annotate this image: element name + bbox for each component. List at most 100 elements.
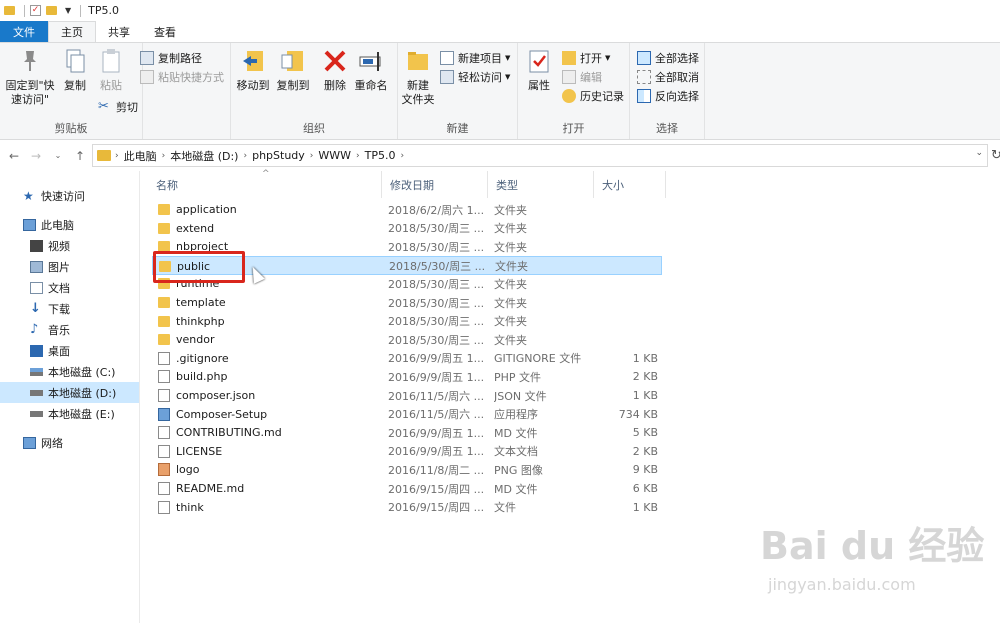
column-header-size[interactable]: 大小	[594, 171, 666, 198]
new-folder-button[interactable]: 新建 文件夹	[400, 47, 436, 107]
file-name-cell: vendor	[158, 330, 378, 349]
nav-label: 下载	[48, 302, 70, 316]
breadcrumb-tp5[interactable]: TP5.0	[365, 149, 396, 162]
file-row[interactable]: .gitignore 2016/9/9/周五 1... GITIGNORE 文件 1 …	[152, 349, 662, 368]
file-size-cell	[598, 330, 658, 349]
column-header-type[interactable]: 类型	[488, 171, 594, 198]
select-all-button[interactable]: 全部选择	[637, 49, 699, 67]
file-row[interactable]: vendor 2018/5/30/周三 ... 文件夹	[152, 330, 662, 349]
select-none-label: 全部取消	[655, 71, 699, 84]
file-name: README.md	[176, 482, 245, 495]
properties-label: 属性	[528, 79, 550, 92]
file-name-cell: composer.json	[158, 386, 378, 405]
nav-network[interactable]: 网络	[0, 432, 139, 453]
tab-file[interactable]: 文件	[0, 21, 48, 42]
file-row[interactable]: build.php 2016/9/9/周五 1... PHP 文件 2 KB	[152, 367, 662, 386]
file-size-cell: 1 KB	[632, 389, 658, 402]
breadcrumb-separator-icon[interactable]: ›	[115, 151, 119, 161]
address-dropdown-icon[interactable]: ⌄	[975, 148, 983, 158]
delete-button[interactable]: 删除	[321, 47, 349, 93]
nav-music[interactable]: ♪ 音乐	[0, 319, 139, 340]
invert-selection-button[interactable]: 反向选择	[637, 87, 699, 105]
column-header-name[interactable]: 名称	[148, 171, 382, 198]
file-row[interactable]: think 2016/9/15/周四 ... 文件 1 KB	[152, 498, 662, 517]
file-row[interactable]: template 2018/5/30/周三 ... 文件夹	[152, 293, 662, 312]
breadcrumb-separator-icon[interactable]: ›	[401, 151, 405, 161]
column-header-date[interactable]: 修改日期	[382, 171, 488, 198]
file-row[interactable]: logo 2016/11/8/周二 ... PNG 图像 9 KB	[152, 460, 662, 479]
file-row[interactable]: Composer-Setup 2016/11/5/周六 ... 应用程序 734 KB	[152, 405, 662, 424]
file-row[interactable]: README.md 2016/9/15/周四 ... MD 文件 6 KB	[152, 479, 662, 498]
file-row[interactable]: LICENSE 2016/9/9/周五 1... 文本文档 2 KB	[152, 442, 662, 461]
nav-drive-c[interactable]: 本地磁盘 (C:)	[0, 361, 139, 382]
breadcrumb-separator-icon[interactable]: ›	[356, 151, 360, 161]
file-size-cell: 5 KB	[632, 426, 658, 440]
edit-button[interactable]: 编辑	[562, 68, 602, 86]
breadcrumb-separator-icon[interactable]: ›	[162, 151, 166, 161]
tab-view[interactable]: 查看	[142, 21, 188, 42]
breadcrumb-www[interactable]: WWW	[318, 149, 351, 162]
properties-button[interactable]: 属性	[524, 47, 554, 93]
nav-quick-access[interactable]: ★ 快速访问	[0, 185, 139, 206]
nav-videos[interactable]: 视频	[0, 235, 139, 256]
breadcrumb-this-pc[interactable]: 此电脑	[124, 148, 157, 164]
nav-documents[interactable]: 文档	[0, 277, 139, 298]
file-size-cell: 2 KB	[632, 370, 658, 384]
recent-locations-chevron-icon[interactable]: ⌄	[50, 151, 66, 160]
nav-downloads[interactable]: ↓ 下载	[0, 298, 139, 319]
refresh-icon[interactable]: ↻	[991, 148, 1000, 163]
breadcrumb-separator-icon[interactable]: ›	[243, 151, 247, 161]
file-row[interactable]: application 2018/6/2/周六 1... 文件夹	[152, 200, 662, 219]
copy-to-button[interactable]: 复制到	[275, 47, 311, 93]
breadcrumb-drive-d[interactable]: 本地磁盘 (D:)	[170, 148, 238, 164]
paste-button[interactable]: 粘贴	[96, 47, 126, 93]
cut-button[interactable]: ✂ 剪切	[98, 98, 138, 116]
open-button[interactable]: 打开 ▼	[562, 49, 610, 67]
pin-icon	[16, 47, 44, 75]
history-button[interactable]: 历史记录	[562, 87, 624, 105]
easy-access-label: 轻松访问	[458, 71, 502, 84]
file-icon	[158, 426, 170, 440]
file-size-cell: 6 KB	[632, 482, 658, 495]
file-row[interactable]: extend 2018/5/30/周三 ... 文件夹	[152, 219, 662, 238]
nav-pictures[interactable]: 图片	[0, 256, 139, 277]
address-bar[interactable]: › 此电脑 › 本地磁盘 (D:) › phpStudy › WWW › TP5…	[92, 144, 988, 167]
nav-label: 文档	[48, 281, 70, 295]
nav-drive-d[interactable]: 本地磁盘 (D:)	[0, 382, 139, 403]
back-arrow-icon[interactable]: ←	[6, 149, 22, 163]
copy-path-button[interactable]: 复制路径	[140, 49, 202, 67]
history-icon	[562, 89, 576, 103]
file-row[interactable]: thinkphp 2018/5/30/周三 ... 文件夹	[152, 312, 662, 331]
nav-drive-e[interactable]: 本地磁盘 (E:)	[0, 403, 139, 424]
file-row[interactable]: CONTRIBUTING.md 2016/9/9/周五 1... MD 文件 5 KB	[152, 423, 662, 442]
breadcrumb-phpstudy[interactable]: phpStudy	[252, 149, 305, 162]
up-arrow-icon[interactable]: ↑	[72, 149, 88, 163]
file-list: ^ 名称 修改日期 类型 大小 application 2018/6/2/周六 1…	[148, 169, 1000, 514]
quick-access-dropdown-icon[interactable]: ▼	[65, 6, 71, 15]
file-name-cell: CONTRIBUTING.md	[158, 423, 378, 442]
tab-share[interactable]: 共享	[96, 21, 142, 42]
move-to-label: 移动到	[236, 79, 270, 92]
file-size-cell	[598, 219, 658, 238]
forward-arrow-icon[interactable]: →	[28, 149, 44, 163]
new-item-button[interactable]: 新建项目 ▼	[440, 49, 510, 67]
file-type-cell: GITIGNORE 文件	[494, 352, 582, 366]
address-bar-row: ← → ⌄ ↑ › 此电脑 › 本地磁盘 (D:) › phpStudy › W…	[0, 140, 1000, 171]
file-date-cell: 2016/9/9/周五 1...	[388, 370, 485, 384]
select-none-button[interactable]: 全部取消	[637, 68, 699, 86]
file-row[interactable]: composer.json 2016/11/5/周六 ... JSON 文件 1 KB	[152, 386, 662, 405]
breadcrumb-separator-icon[interactable]: ›	[310, 151, 314, 161]
properties-check-icon[interactable]: ✓	[30, 5, 41, 16]
nav-this-pc[interactable]: 此电脑	[0, 214, 139, 235]
folder-icon	[158, 315, 170, 327]
image-file-icon	[158, 463, 170, 477]
move-to-button[interactable]: 移动到	[235, 47, 271, 93]
easy-access-button[interactable]: 轻松访问 ▼	[440, 68, 510, 86]
pin-quick-access-button[interactable]: 固定到"快 速访问"	[4, 47, 56, 107]
paste-shortcut-button[interactable]: 粘贴快捷方式	[140, 68, 224, 86]
new-folder-icon[interactable]	[46, 6, 57, 15]
copy-button[interactable]: 复制	[60, 47, 90, 93]
tab-home[interactable]: 主页	[48, 21, 96, 42]
nav-desktop[interactable]: 桌面	[0, 340, 139, 361]
rename-button[interactable]: 重命名	[353, 47, 389, 93]
